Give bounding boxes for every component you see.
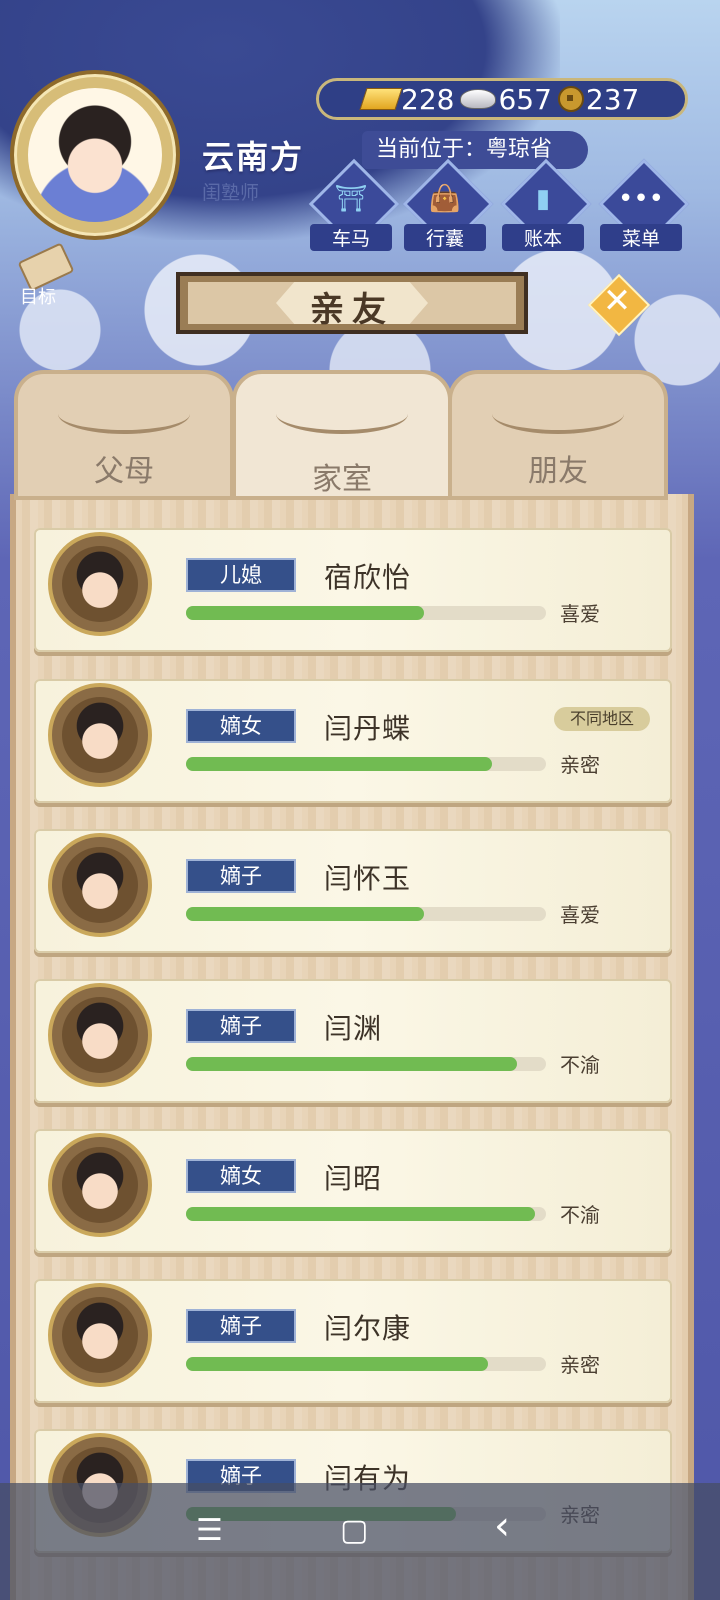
member-card[interactable]: 儿媳 宿欣怡 喜爱 <box>34 528 672 652</box>
back-button[interactable]: ‹ <box>494 1503 510 1549</box>
relation-status: 亲密 <box>560 753 600 777</box>
player-name: 云南方 <box>202 138 305 176</box>
bag-button[interactable]: 👜 行囊 <box>402 158 494 251</box>
tab-family[interactable]: 家室 <box>232 370 452 500</box>
member-card[interactable]: 嫡女 闫丹蝶 不同地区 亲密 <box>34 679 672 803</box>
member-card[interactable]: 嫡子 闫怀玉 喜爱 <box>34 829 672 953</box>
recent-apps-button[interactable]: ☰ <box>196 1513 223 1548</box>
member-avatar <box>48 1133 152 1237</box>
tab-friends[interactable]: 朋友 <box>448 370 668 500</box>
affinity-bar <box>186 606 546 620</box>
player-title: 闺塾师 <box>202 182 260 204</box>
home-button[interactable]: ▢ <box>340 1513 368 1548</box>
player-avatar[interactable] <box>10 70 180 240</box>
affinity-bar <box>186 1207 546 1221</box>
role-tag: 嫡女 <box>186 709 296 743</box>
affinity-fill <box>186 1357 489 1371</box>
cloud-swirl-icon <box>492 394 624 434</box>
bag-icon: 👜 <box>428 184 462 214</box>
panel-header: 亲友 <box>176 272 528 334</box>
menu-label: 菜单 <box>600 224 682 251</box>
affinity-fill <box>186 1207 536 1221</box>
currency-bar: 228 657 237 <box>316 78 688 120</box>
affinity-fill <box>186 757 492 771</box>
menu-label: 账本 <box>502 224 584 251</box>
ledger-button[interactable]: ▮ 账本 <box>500 158 592 251</box>
panel-title: 亲友 <box>310 290 394 330</box>
silver-ingot-icon <box>460 89 497 109</box>
ledger-icon: ▮ <box>535 184 551 214</box>
affinity-bar <box>186 1357 546 1371</box>
portrait-image <box>28 88 162 222</box>
menu-label: 行囊 <box>404 224 486 251</box>
tab-parents[interactable]: 父母 <box>14 370 234 500</box>
gold-ingot-icon <box>359 88 403 110</box>
affinity-bar <box>186 757 546 771</box>
member-avatar <box>48 532 152 636</box>
affinity-fill <box>186 1057 518 1071</box>
member-avatar <box>48 683 152 787</box>
role-tag: 儿媳 <box>186 558 296 592</box>
relation-status: 亲密 <box>560 1353 600 1377</box>
member-card[interactable]: 嫡子 闫渊 不渝 <box>34 979 672 1103</box>
cloud-swirl-icon <box>276 394 408 434</box>
affinity-fill <box>186 606 424 620</box>
menu-label: 车马 <box>310 224 392 251</box>
relation-status: 喜爱 <box>560 903 600 927</box>
member-name: 闫昭 <box>324 1162 383 1195</box>
member-card[interactable]: 嫡子 闫尔康 亲密 <box>34 1279 672 1403</box>
gold-amount: 228 <box>401 82 455 116</box>
relation-status: 喜爱 <box>560 602 600 626</box>
member-name: 闫怀玉 <box>324 862 412 895</box>
relation-status: 不渝 <box>560 1203 600 1227</box>
member-avatar <box>48 983 152 1087</box>
goal-button[interactable]: 目标 <box>8 242 78 308</box>
system-navigation-bar: ☰ ▢ ‹ <box>0 1483 720 1600</box>
carriage-button[interactable]: ⛩ 车马 <box>308 158 400 251</box>
role-tag: 嫡子 <box>186 1009 296 1043</box>
current-location: 当前位于：粤琼省 <box>362 131 588 169</box>
close-button[interactable]: ✕ <box>587 273 651 337</box>
member-card[interactable]: 嫡女 闫昭 不渝 <box>34 1129 672 1253</box>
member-name: 闫尔康 <box>324 1312 412 1345</box>
member-avatar <box>48 833 152 937</box>
goal-label: 目标 <box>20 287 56 308</box>
role-tag: 嫡女 <box>186 1159 296 1193</box>
menu-dots-icon: ••• <box>617 184 664 214</box>
tab-label: 父母 <box>94 454 154 489</box>
affinity-bar <box>186 907 546 921</box>
tab-label: 家室 <box>312 462 372 497</box>
relation-status: 不渝 <box>560 1053 600 1077</box>
member-name: 闫丹蝶 <box>324 712 412 745</box>
role-tag: 嫡子 <box>186 1309 296 1343</box>
copper-coin-icon <box>557 86 584 112</box>
affinity-bar <box>186 1057 546 1071</box>
carriage-icon: ⛩ <box>334 184 368 214</box>
close-icon: ✕ <box>602 281 632 321</box>
coin-amount: 237 <box>585 82 640 116</box>
silver-amount: 657 <box>498 82 552 116</box>
member-avatar <box>48 1283 152 1387</box>
member-name: 闫渊 <box>324 1012 383 1045</box>
main-menu-button[interactable]: ••• 菜单 <box>598 158 690 251</box>
cloud-swirl-icon <box>58 394 190 434</box>
affinity-fill <box>186 907 424 921</box>
member-name: 宿欣怡 <box>324 561 412 594</box>
role-tag: 嫡子 <box>186 859 296 893</box>
region-badge: 不同地区 <box>554 707 650 731</box>
tab-label: 朋友 <box>528 454 588 489</box>
